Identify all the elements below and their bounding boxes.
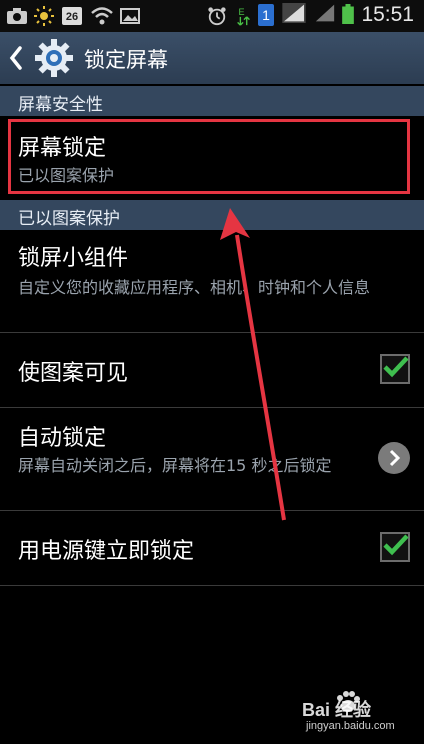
watermark-brand: Bai 经验 (302, 700, 372, 720)
battery-icon (342, 4, 354, 24)
auto-lock-subtitle: 屏幕自动关闭之后，屏幕将在15 秒之后锁定 (18, 456, 332, 475)
alarm-icon (208, 7, 226, 26)
signal-icon (282, 3, 306, 23)
calendar-icon: 26 (62, 7, 82, 25)
power-lock-item[interactable]: 用电源键立即锁定 (0, 511, 424, 585)
wifi-icon (91, 7, 113, 25)
pattern-visible-item[interactable]: 使图案可见 (0, 333, 424, 407)
auto-lock-title: 自动锁定 (18, 426, 107, 451)
data-e-icon: E (237, 7, 250, 26)
pattern-visible-checkbox[interactable] (380, 354, 410, 384)
image-icon (120, 8, 140, 24)
lock-widget-title: 锁屏小组件 (18, 246, 129, 271)
checkmark-icon (383, 356, 409, 378)
gear-icon (35, 39, 73, 77)
brightness-icon (34, 6, 54, 26)
lock-widget-item[interactable]: 锁屏小组件 自定义您的收藏应用程序、相机、时钟和个人信息 (0, 230, 424, 332)
lock-widget-subtitle: 自定义您的收藏应用程序、相机、时钟和个人信息 (18, 278, 371, 297)
watermark-url: jingyan.baidu.com (306, 720, 395, 732)
section-header-label: 屏幕安全性 (18, 95, 103, 115)
chevron-right-icon (389, 449, 401, 467)
highlight-box (8, 119, 410, 194)
sim-icon: 1 (258, 4, 274, 26)
section-header-security: 屏幕安全性 (0, 86, 424, 116)
power-lock-checkbox[interactable] (380, 532, 410, 562)
checkmark-icon (383, 534, 409, 556)
status-bar: 26 E 1 15:51 (0, 0, 424, 32)
signal-icon-2 (315, 4, 335, 22)
camera-icon (7, 8, 27, 24)
page-title: 锁定屏幕 (84, 48, 168, 72)
chevron-right-button[interactable] (378, 442, 410, 474)
section-header-label: 已以图案保护 (18, 209, 120, 229)
pattern-visible-title: 使图案可见 (18, 361, 129, 386)
chevron-left-icon[interactable] (8, 45, 24, 71)
section-header-pattern: 已以图案保护 (0, 200, 424, 230)
divider (0, 585, 424, 586)
action-bar: 锁定屏幕 (0, 32, 424, 84)
svg-text:E: E (239, 7, 245, 17)
clock-time: 15:51 (361, 3, 414, 26)
auto-lock-item[interactable]: 自动锁定 屏幕自动关闭之后，屏幕将在15 秒之后锁定 (0, 408, 424, 510)
power-lock-title: 用电源键立即锁定 (18, 539, 195, 564)
